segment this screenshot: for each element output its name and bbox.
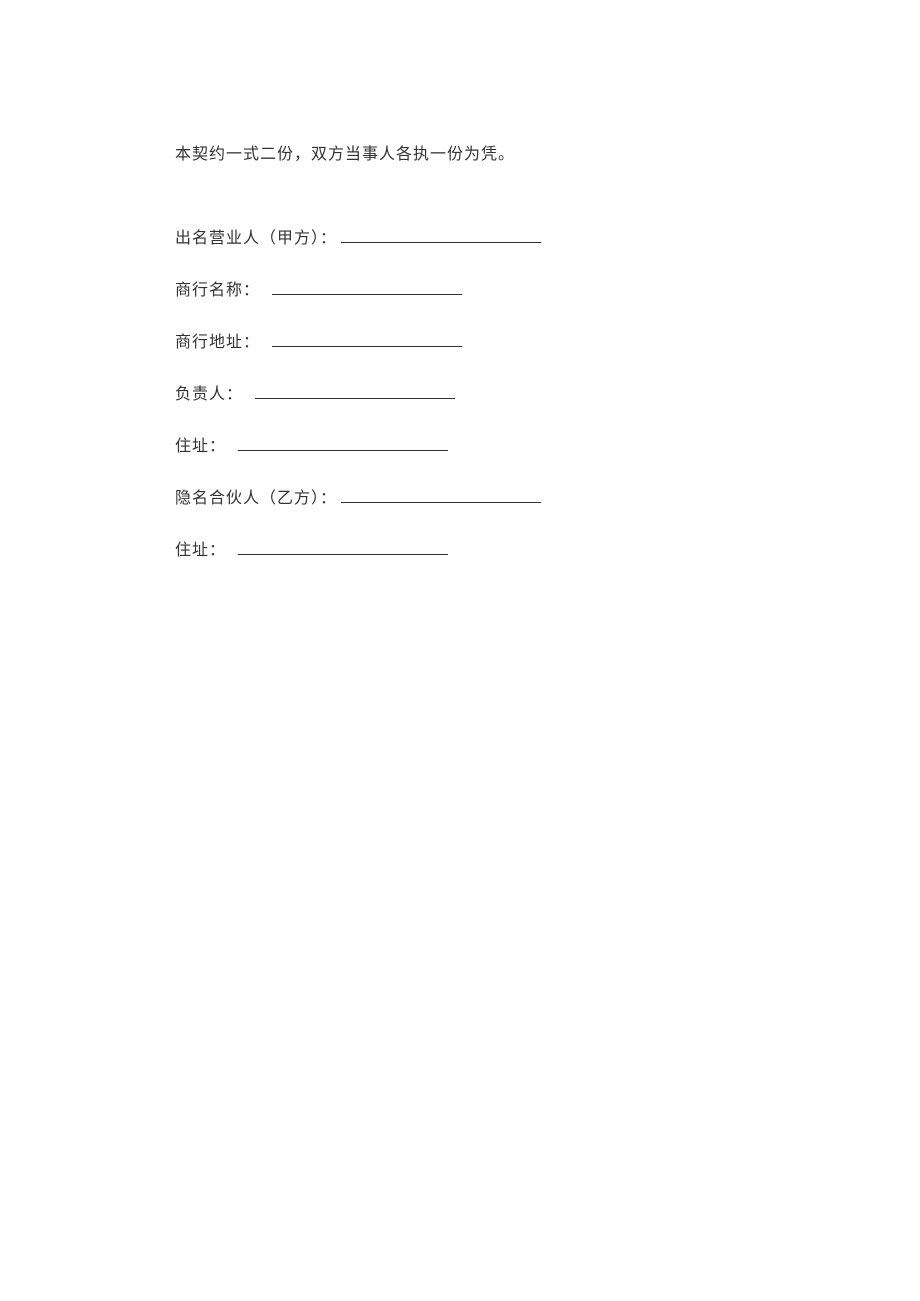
blank-address1: [238, 435, 448, 451]
label-address1: 住址：: [175, 432, 226, 456]
label-business-name: 商行名称：: [175, 276, 260, 300]
blank-responsible-person: [255, 383, 455, 399]
blank-party-a: [341, 227, 541, 243]
field-address1: 住址：: [175, 432, 920, 456]
intro-text: 本契约一式二份，双方当事人各执一份为凭。: [175, 140, 920, 164]
field-business-address: 商行地址：: [175, 328, 920, 352]
field-party-b: 隐名合伙人（乙方）：: [175, 484, 920, 508]
field-responsible-person: 负责人：: [175, 380, 920, 404]
label-address2: 住址：: [175, 536, 226, 560]
blank-business-address: [272, 331, 462, 347]
label-party-b: 隐名合伙人（乙方）：: [175, 484, 337, 508]
blank-business-name: [272, 279, 462, 295]
field-business-name: 商行名称：: [175, 276, 920, 300]
label-business-address: 商行地址：: [175, 328, 260, 352]
label-party-a: 出名营业人（甲方）：: [175, 224, 337, 248]
blank-address2: [238, 539, 448, 555]
field-address2: 住址：: [175, 536, 920, 560]
label-responsible-person: 负责人：: [175, 380, 243, 404]
field-party-a: 出名营业人（甲方）：: [175, 224, 920, 248]
blank-party-b: [341, 487, 541, 503]
